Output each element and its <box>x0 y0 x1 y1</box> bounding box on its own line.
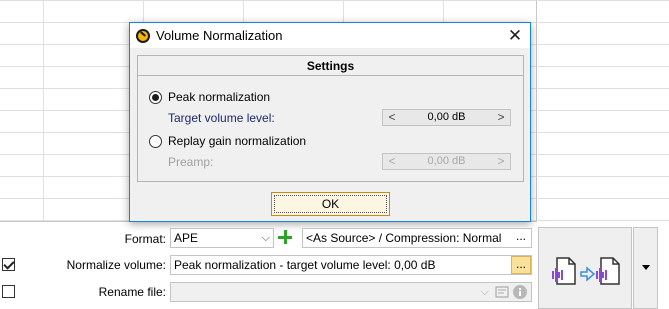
app-logo-icon <box>136 29 150 43</box>
preamp-value[interactable]: 0,00 dB <box>399 155 494 167</box>
tag-icon <box>495 285 509 304</box>
chevron-down-icon: ⌵ <box>480 286 489 298</box>
chevron-down-icon: ⌵ <box>261 232 270 244</box>
format-select[interactable]: APE ⌵ <box>170 228 274 248</box>
format-value: APE <box>174 231 199 245</box>
peak-normalization-radio[interactable] <box>149 91 162 104</box>
plus-icon[interactable] <box>277 229 293 245</box>
rename-field[interactable]: ⌵ <box>170 282 532 302</box>
replay-gain-radio[interactable] <box>149 135 162 148</box>
normalize-settings-button[interactable]: ... <box>511 256 531 274</box>
normalize-checkbox[interactable] <box>2 258 15 271</box>
rename-checkbox[interactable] <box>2 285 15 298</box>
target-volume-spinner[interactable]: < 0,00 dB > <box>382 109 511 126</box>
normalize-label: Normalize volume: <box>66 258 166 272</box>
decrease-arrow-icon[interactable]: < <box>385 154 399 169</box>
dropdown-arrow-icon <box>642 265 650 270</box>
format-settings-value: <As Source> / Compression: Normal <box>306 231 502 245</box>
increase-arrow-icon[interactable]: > <box>494 154 508 169</box>
preamp-label: Preamp: <box>168 155 214 169</box>
replay-gain-label[interactable]: Replay gain normalization <box>168 134 306 148</box>
settings-group: Settings Peak normalization Target volum… <box>137 55 524 182</box>
target-volume-value[interactable]: 0,00 dB <box>399 111 494 123</box>
format-label: Format: <box>124 232 166 246</box>
audio-convert-icon <box>552 257 620 285</box>
decrease-arrow-icon[interactable]: < <box>385 110 399 125</box>
rename-label: Rename file: <box>98 285 166 299</box>
settings-group-title: Settings <box>138 56 523 76</box>
dialog-title: Volume Normalization <box>156 28 283 43</box>
convert-button[interactable] <box>538 227 632 309</box>
side-panel <box>538 0 669 222</box>
volume-normalization-dialog: Volume Normalization ✕ Settings Peak nor… <box>129 22 531 222</box>
format-settings-button[interactable]: ... <box>511 229 531 247</box>
ok-button[interactable]: OK <box>271 192 390 216</box>
increase-arrow-icon[interactable]: > <box>494 110 508 125</box>
convert-dropdown-button[interactable] <box>633 227 658 309</box>
peak-normalization-label[interactable]: Peak normalization <box>168 90 270 104</box>
normalize-field[interactable]: Peak normalization - target volume level… <box>170 255 532 275</box>
info-icon[interactable] <box>512 284 528 305</box>
target-volume-label: Target volume level: <box>168 111 275 125</box>
dialog-titlebar[interactable]: Volume Normalization ✕ <box>130 23 530 48</box>
preamp-spinner[interactable]: < 0,00 dB > <box>382 153 511 170</box>
normalize-value: Peak normalization - target volume level… <box>174 258 436 272</box>
close-button[interactable]: ✕ <box>500 23 530 48</box>
format-settings-field[interactable]: <As Source> / Compression: Normal <box>302 228 532 248</box>
